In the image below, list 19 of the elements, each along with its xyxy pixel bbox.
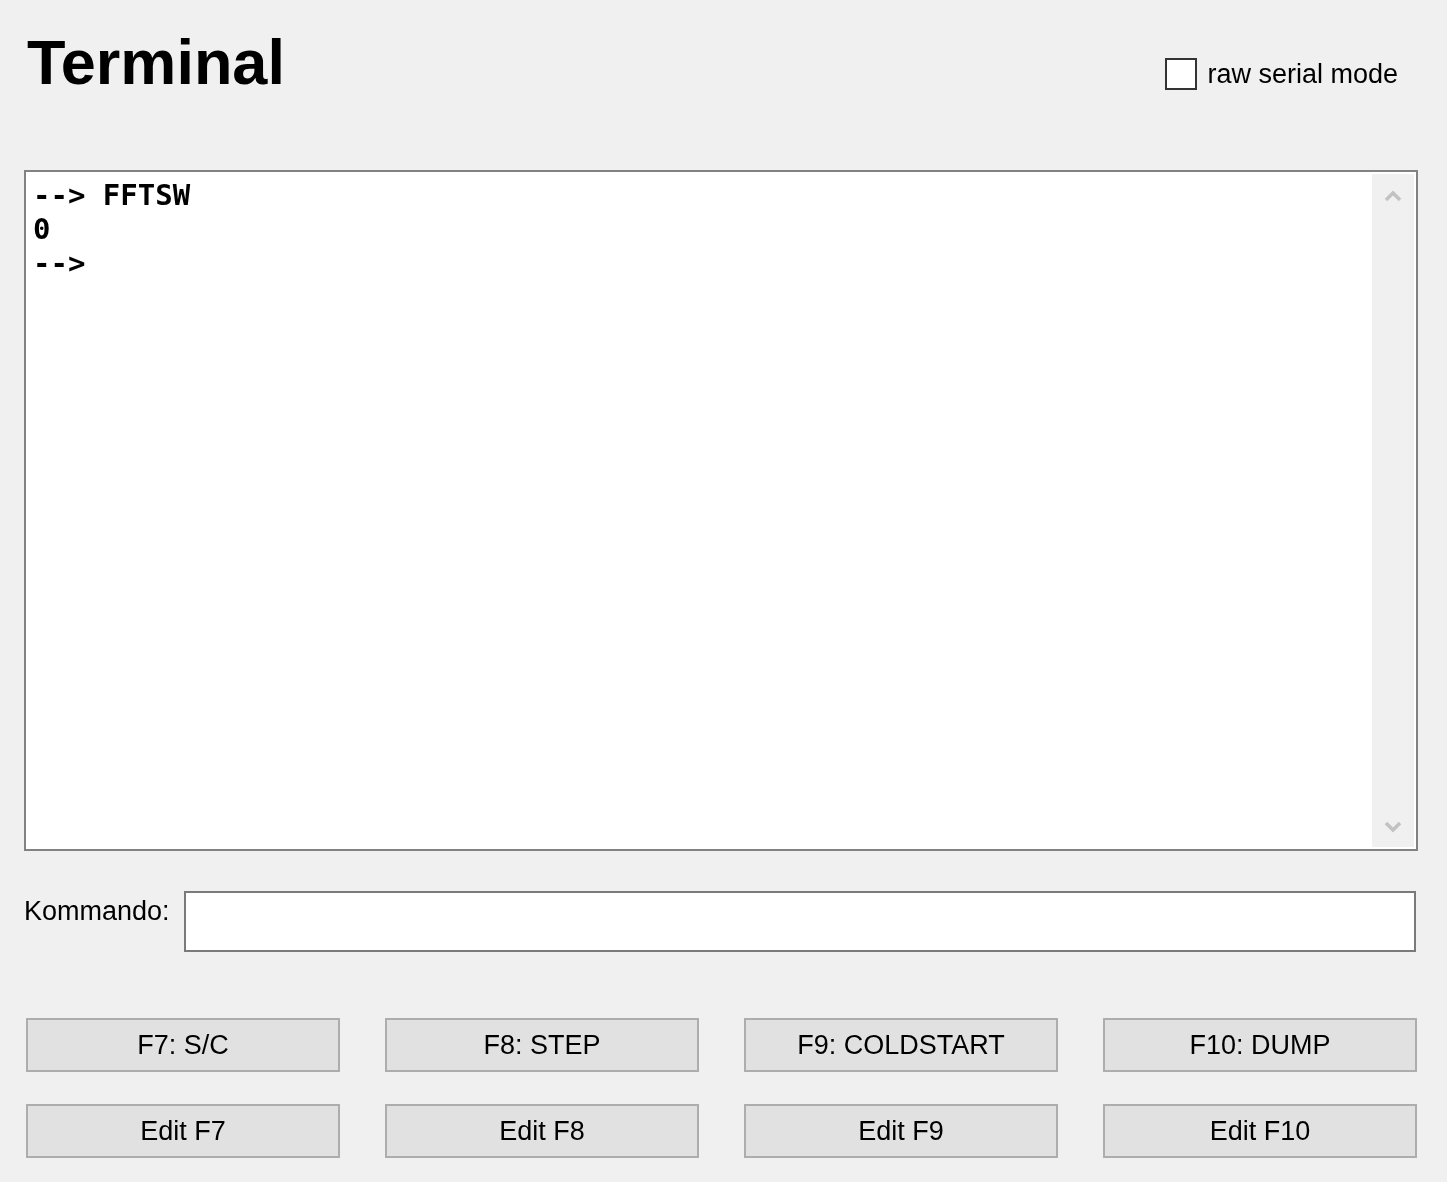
- terminal-line: 0: [33, 212, 52, 246]
- chevron-down-icon[interactable]: [1384, 821, 1402, 833]
- command-input[interactable]: [183, 891, 1416, 952]
- chevron-up-icon[interactable]: [1384, 190, 1402, 202]
- terminal-line: --> FFTSW: [33, 178, 192, 212]
- edit-button[interactable]: Edit F10: [1103, 1104, 1417, 1158]
- edit-button[interactable]: Edit F9: [744, 1104, 1058, 1158]
- page-title: Terminal: [27, 31, 285, 94]
- command-label: Kommando:: [24, 895, 170, 927]
- function-key-button[interactable]: F9: COLDSTART: [744, 1018, 1058, 1072]
- terminal-line: -->: [33, 246, 87, 280]
- function-key-button[interactable]: F8: STEP: [385, 1018, 699, 1072]
- checkbox-label[interactable]: raw serial mode: [1207, 58, 1398, 90]
- function-key-button[interactable]: F7: S/C: [26, 1018, 340, 1072]
- edit-button[interactable]: Edit F8: [385, 1104, 699, 1158]
- edit-button[interactable]: Edit F7: [26, 1104, 340, 1158]
- checkbox[interactable]: [1165, 58, 1198, 90]
- function-key-button[interactable]: F10: DUMP: [1103, 1018, 1417, 1072]
- scrollbar[interactable]: [1372, 174, 1414, 847]
